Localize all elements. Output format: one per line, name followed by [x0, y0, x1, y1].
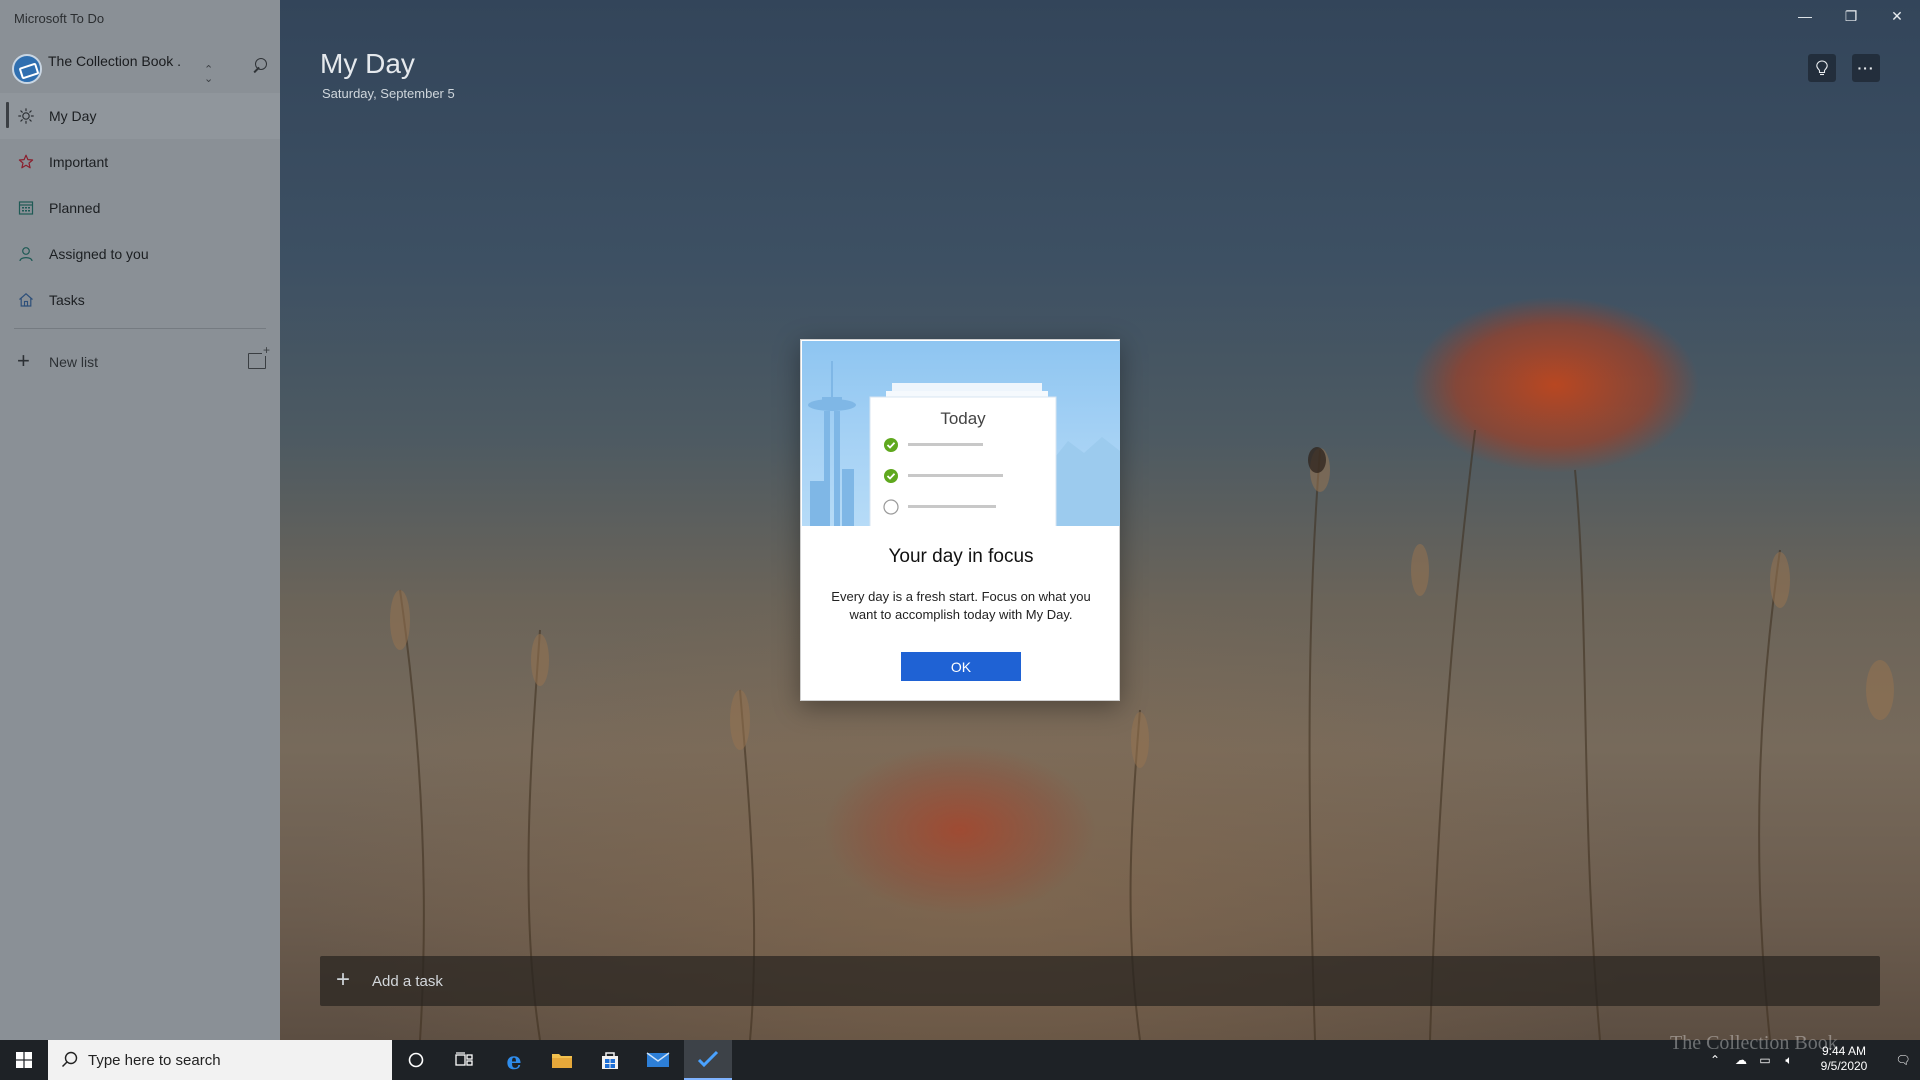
- sidebar-item-planned[interactable]: Planned: [0, 185, 280, 231]
- start-button[interactable]: [0, 1040, 48, 1080]
- sidebar-item-label: Important: [49, 154, 109, 170]
- windows-logo-icon: [16, 1052, 32, 1068]
- more-options-button[interactable]: ···: [1852, 54, 1880, 82]
- illustration-label: Today: [940, 409, 986, 428]
- action-center-icon[interactable]: 🗨︎: [1894, 1051, 1912, 1069]
- cortana-button[interactable]: [392, 1040, 440, 1080]
- taskbar-search[interactable]: [48, 1040, 392, 1080]
- account-switcher[interactable]: The Collection Book . ⌃ ⌄: [10, 50, 272, 90]
- sidebar-item-important[interactable]: Important: [0, 139, 280, 185]
- plus-icon: +: [336, 966, 351, 993]
- restore-icon: ❐: [1844, 7, 1858, 24]
- todo-check-icon: [697, 1050, 719, 1068]
- taskbar-file-explorer[interactable]: [538, 1040, 586, 1080]
- close-button[interactable]: ✕: [1874, 0, 1920, 32]
- new-list-label: New list: [49, 354, 99, 370]
- store-bag-icon: [602, 1052, 618, 1069]
- dialog-title: Your day in focus: [888, 546, 1034, 567]
- taskbar: e ⌃ ☁ ▭ 🔈︎ 9:44 AM 9/5/2020 🗨︎: [0, 1040, 1920, 1080]
- search-icon: [61, 1051, 78, 1068]
- folder-icon: [552, 1054, 572, 1068]
- page-date: Saturday, September 5: [322, 86, 455, 101]
- avatar: [12, 54, 42, 84]
- task-view-icon: [455, 1052, 473, 1066]
- clock-date: 9/5/2020: [1820, 1059, 1868, 1073]
- sidebar-item-label: Planned: [49, 200, 101, 216]
- watermark-text: The Collection Book: [1670, 1032, 1838, 1054]
- lightbulb-icon: [1816, 60, 1828, 76]
- window-controls: — ❐ ✕: [1770, 0, 1920, 32]
- taskbar-microsoft-todo[interactable]: [684, 1040, 732, 1080]
- mail-icon: [646, 1052, 670, 1067]
- ok-button[interactable]: OK: [901, 652, 1021, 681]
- taskbar-search-input[interactable]: [88, 1045, 384, 1075]
- sidebar-item-label: Assigned to you: [49, 246, 149, 262]
- suggestions-button[interactable]: [1808, 54, 1836, 82]
- taskbar-store[interactable]: [586, 1040, 634, 1080]
- search-button[interactable]: [248, 54, 276, 82]
- divider: [14, 328, 266, 329]
- account-name: The Collection Book .: [48, 53, 182, 69]
- minimize-button[interactable]: —: [1782, 0, 1828, 32]
- page-title: My Day: [320, 48, 415, 79]
- illustration-checklist: [883, 438, 1003, 515]
- dialog-body: Every day is a fresh start. Focus on wha…: [831, 589, 1091, 622]
- new-group-icon[interactable]: [248, 344, 272, 369]
- sidebar: Microsoft To Do The Collection Book . ⌃ ⌄…: [0, 0, 280, 1040]
- star-icon: [17, 153, 35, 171]
- edge-icon: e: [506, 1045, 522, 1075]
- taskbar-edge[interactable]: e: [490, 1040, 538, 1080]
- plus-icon: +: [17, 348, 30, 373]
- app-title: Microsoft To Do: [14, 11, 105, 26]
- sidebar-item-my-day[interactable]: My Day: [0, 93, 280, 139]
- sidebar-item-label: Tasks: [49, 292, 85, 308]
- my-day-intro-dialog: Today Your day in focus Every day is a f…: [800, 339, 1120, 701]
- sidebar-item-tasks[interactable]: Tasks: [0, 277, 280, 323]
- chevron-up-down-icon: ⌃ ⌄: [204, 64, 214, 85]
- person-icon: [17, 245, 35, 263]
- sun-icon: [17, 107, 35, 125]
- restore-button[interactable]: ❐: [1828, 0, 1874, 32]
- task-view-button[interactable]: [440, 1040, 488, 1080]
- new-list-button[interactable]: + New list: [0, 344, 280, 380]
- sidebar-nav: My Day Important Planned Assigned to you…: [0, 93, 280, 323]
- sidebar-item-label: My Day: [49, 108, 97, 124]
- taskbar-mail[interactable]: [634, 1040, 682, 1080]
- dialog-illustration: Today: [802, 341, 1120, 526]
- ellipsis-icon: ···: [1857, 60, 1875, 76]
- home-icon: [17, 291, 35, 309]
- minimize-icon: —: [1798, 8, 1812, 24]
- cortana-icon: [408, 1052, 424, 1068]
- sidebar-item-assigned-to-you[interactable]: Assigned to you: [0, 231, 280, 277]
- add-task-bar[interactable]: +: [320, 956, 1880, 1006]
- calendar-icon: [17, 199, 35, 217]
- add-task-input[interactable]: [372, 964, 1852, 998]
- close-icon: ✕: [1891, 7, 1903, 24]
